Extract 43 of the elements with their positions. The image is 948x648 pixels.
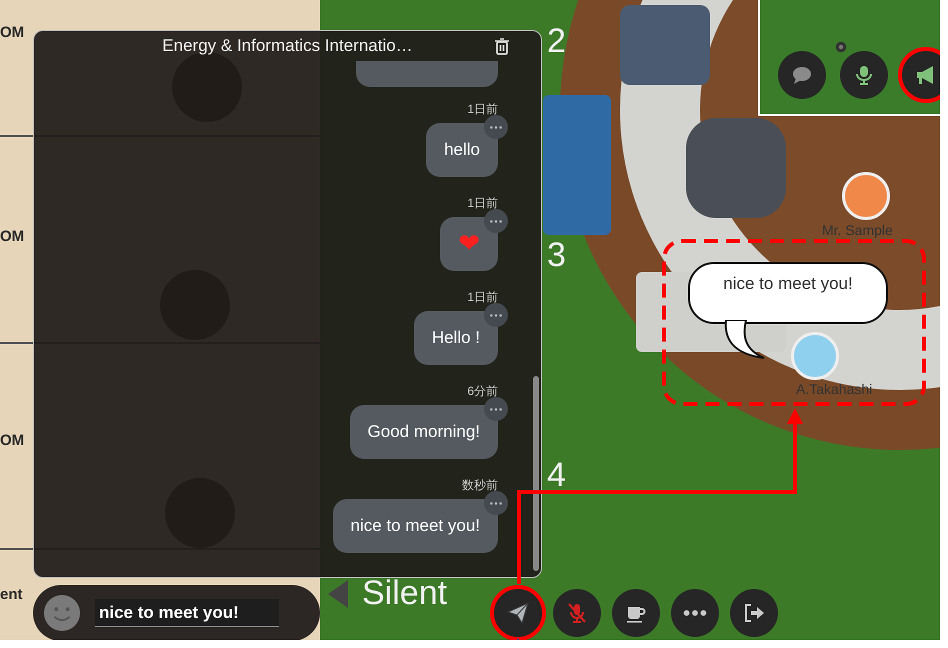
gear-icon xyxy=(834,40,848,54)
message-input-field[interactable]: nice to meet you! xyxy=(95,599,279,627)
triangle-icon xyxy=(328,580,348,608)
speech-text: nice to meet you! xyxy=(723,274,853,295)
ellipsis-icon xyxy=(683,610,707,616)
ellipsis-icon xyxy=(489,500,503,506)
trash-icon[interactable] xyxy=(494,37,510,55)
message-text: Hello ! xyxy=(432,327,480,349)
message-time: 6分前 xyxy=(467,383,498,399)
ellipsis-icon xyxy=(489,312,503,318)
message-time: 1日前 xyxy=(467,195,498,211)
message-menu-button[interactable] xyxy=(484,491,508,515)
avatar-name: Mr. Sample xyxy=(822,222,893,238)
exit-icon xyxy=(742,601,766,625)
message-menu-button[interactable] xyxy=(484,209,508,233)
heart-emoji: ❤ xyxy=(458,233,480,255)
message-time: 1日前 xyxy=(467,289,498,305)
room-title: 3 xyxy=(547,236,566,275)
room-title: 4 xyxy=(547,456,566,495)
message-text: hello xyxy=(444,139,480,161)
room-label: OM xyxy=(0,432,24,449)
room-label: OM xyxy=(0,228,24,245)
room-title: Silent xyxy=(362,574,448,613)
message-menu-button[interactable] xyxy=(484,303,508,327)
toolbar-button[interactable] xyxy=(898,47,940,103)
ellipsis-icon xyxy=(489,218,503,224)
paper-plane-icon xyxy=(506,601,530,625)
chat-title: Energy & Informatics Internatio… xyxy=(162,36,413,56)
message-text: Good morning! xyxy=(368,421,480,443)
ellipsis-icon xyxy=(489,406,503,412)
muted-microphone-icon xyxy=(565,601,589,625)
room-label: OM xyxy=(0,24,24,41)
ellipsis-icon xyxy=(489,124,503,130)
message-time: 数秒前 xyxy=(462,477,498,493)
message-time: 1日前 xyxy=(467,101,498,117)
message-text: nice to meet you! xyxy=(350,515,480,537)
message-menu-button[interactable] xyxy=(484,397,508,421)
room-label: ent xyxy=(0,586,22,603)
room-title: 2 xyxy=(547,22,566,61)
message-menu-button[interactable] xyxy=(484,115,508,139)
avatar-name: A.Takahashi xyxy=(796,381,872,397)
smiley-icon[interactable] xyxy=(43,594,81,632)
scrollbar-thumb[interactable] xyxy=(533,376,539,571)
